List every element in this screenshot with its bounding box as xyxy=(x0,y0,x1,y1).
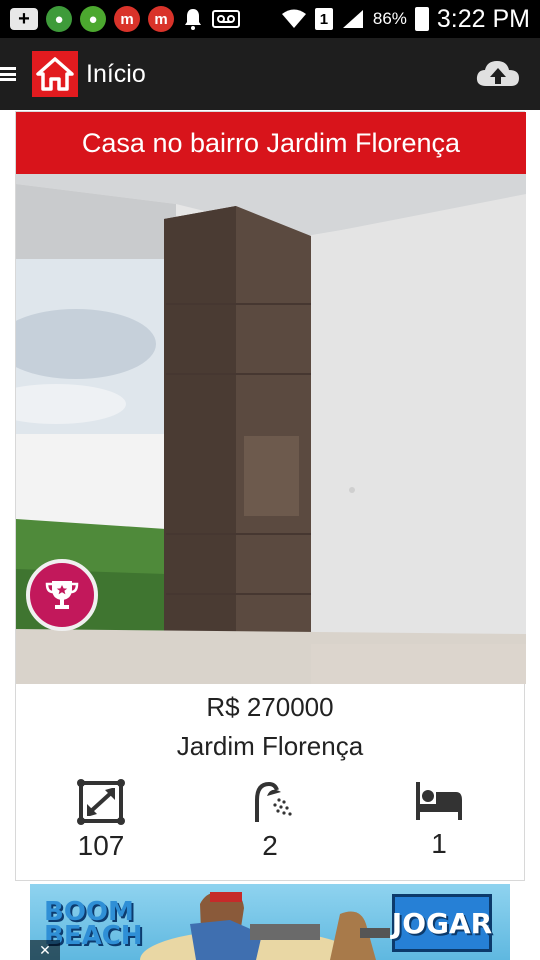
game-icon: ● xyxy=(80,6,106,32)
battery-icon xyxy=(414,7,429,31)
ad-play-button[interactable]: JOGAR xyxy=(392,894,492,952)
wifi-icon xyxy=(281,9,306,28)
battery-percent: 86% xyxy=(372,9,407,28)
bed-icon xyxy=(416,782,462,820)
page-title: Início xyxy=(86,59,146,88)
listing-photo[interactable] xyxy=(16,174,526,684)
listing-neighborhood: Jardim Florença xyxy=(176,731,364,761)
ad-close-button[interactable]: ✕ xyxy=(30,940,60,960)
feature-bedrooms: 1 xyxy=(399,778,479,862)
listing-features: 107 2 1 xyxy=(16,778,524,862)
app-m-icon: m xyxy=(114,6,140,32)
sim-slot: 1 xyxy=(314,8,333,30)
area-icon xyxy=(77,779,125,825)
app-m-icon: m xyxy=(148,6,174,32)
home-icon[interactable] xyxy=(32,51,78,97)
signal-icon xyxy=(342,10,363,28)
listing-card[interactable]: Casa no bairro Jardim Florença R$ 270000… xyxy=(15,111,526,881)
trophy-icon xyxy=(26,559,98,631)
feature-bathrooms: 2 xyxy=(230,778,310,862)
add-icon: + xyxy=(10,8,38,30)
clock: 3:22 PM xyxy=(436,4,530,33)
cloud-upload-icon[interactable] xyxy=(474,56,522,92)
menu-icon[interactable] xyxy=(0,64,20,84)
feature-area: 107 xyxy=(61,778,141,862)
game-icon: ● xyxy=(46,6,72,32)
listing-price: R$ 270000 xyxy=(206,692,334,722)
ad-banner[interactable]: BOOM BEACH JOGAR ✕ xyxy=(30,884,510,960)
shower-icon xyxy=(255,781,292,822)
area-value: 107 xyxy=(77,830,125,861)
bell-icon xyxy=(185,9,201,30)
notification-icons: + ● ● m m xyxy=(0,6,240,32)
voicemail-icon xyxy=(212,10,240,28)
app-bar: Início xyxy=(0,38,540,110)
status-bar: + ● ● m m 1 86% 3:22 PM xyxy=(0,0,540,38)
bathrooms-value: 2 xyxy=(262,830,278,861)
bedrooms-value: 1 xyxy=(431,828,447,859)
listing-title: Casa no bairro Jardim Florença xyxy=(16,112,526,174)
system-status: 1 86% 3:22 PM xyxy=(281,5,540,34)
